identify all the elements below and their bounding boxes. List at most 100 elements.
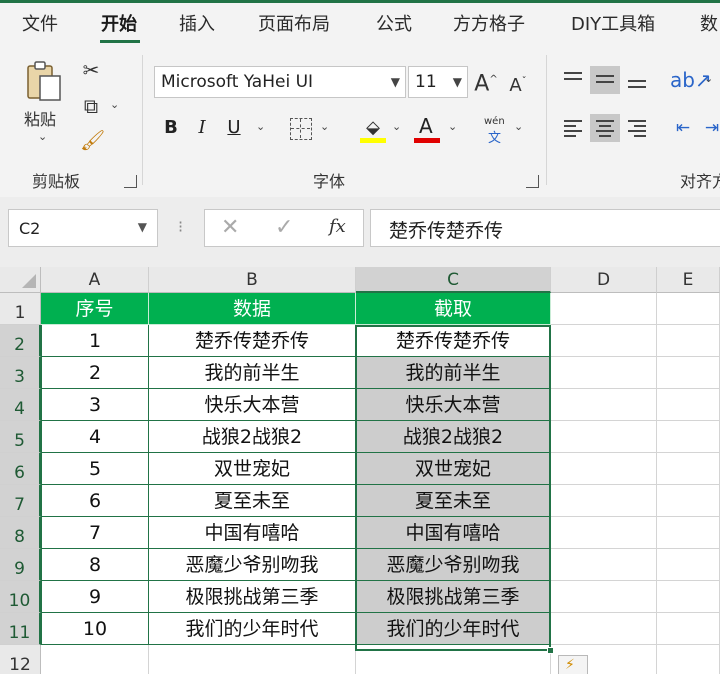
font-dialog-launcher[interactable]	[526, 175, 539, 188]
cell-empty[interactable]	[657, 645, 720, 674]
cell-empty[interactable]	[149, 645, 356, 674]
cell-index[interactable]: 2	[41, 357, 149, 389]
cell-index[interactable]: 4	[41, 421, 149, 453]
copy-dropdown-icon[interactable]: ⌄	[110, 98, 119, 111]
cell-index[interactable]: 6	[41, 485, 149, 517]
cell-index[interactable]: 1	[41, 325, 149, 357]
cell-extract[interactable]: 我们的少年时代	[356, 613, 551, 645]
worksheet-grid[interactable]: A B C D E 1 2 3 4 5 6 7 8 9 10 11 12 序号 …	[0, 267, 720, 674]
underline-button[interactable]: U	[224, 116, 244, 142]
cell-index[interactable]: 10	[41, 613, 149, 645]
row-header-6[interactable]: 6	[0, 453, 41, 485]
insert-function-icon[interactable]: fx	[329, 216, 346, 237]
cell-empty[interactable]	[41, 645, 149, 674]
align-bottom-button[interactable]	[622, 66, 652, 94]
align-right-button[interactable]	[622, 114, 652, 142]
fill-handle[interactable]	[547, 647, 554, 654]
cell-empty[interactable]	[551, 581, 657, 613]
copy-icon[interactable]: ⧉	[80, 94, 102, 118]
border-dropdown-icon[interactable]: ⌄	[320, 120, 329, 133]
row-header-1[interactable]: 1	[0, 293, 41, 325]
align-middle-button[interactable]	[590, 66, 620, 94]
column-header-a[interactable]: A	[41, 267, 149, 293]
cell-empty[interactable]	[657, 549, 720, 581]
cell-data[interactable]: 快乐大本营	[149, 389, 356, 421]
column-header-b[interactable]: B	[149, 267, 356, 293]
cell-extract[interactable]: 中国有嘻哈	[356, 517, 551, 549]
column-header-d[interactable]: D	[551, 267, 657, 293]
cell-empty[interactable]	[657, 421, 720, 453]
orientation-dropdown-icon[interactable]: ⌄	[704, 72, 713, 85]
cell-empty[interactable]	[657, 293, 720, 325]
cell-data[interactable]: 中国有嘻哈	[149, 517, 356, 549]
paste-button[interactable]: 粘贴 ⌄	[22, 58, 66, 148]
header-cell-extract[interactable]: 截取	[356, 293, 551, 325]
cell-empty[interactable]	[657, 485, 720, 517]
formula-input[interactable]: 楚乔传楚乔传	[370, 209, 720, 247]
font-family-select[interactable]: Microsoft YaHei UI ▼	[154, 66, 406, 98]
fill-color-button[interactable]: ⬙	[360, 116, 386, 144]
tab-data[interactable]: 数	[700, 10, 718, 36]
cell-data[interactable]: 双世宠妃	[149, 453, 356, 485]
clipboard-dialog-launcher[interactable]	[124, 175, 137, 188]
bold-button[interactable]: B	[162, 116, 180, 142]
row-header-9[interactable]: 9	[0, 549, 41, 581]
quick-analysis-button[interactable]: ⚡	[558, 655, 588, 674]
cell-data[interactable]: 我的前半生	[149, 357, 356, 389]
row-header-8[interactable]: 8	[0, 517, 41, 549]
cancel-icon[interactable]: ✕	[221, 215, 239, 240]
row-header-3[interactable]: 3	[0, 357, 41, 389]
font-size-select[interactable]: 11 ▼	[408, 66, 468, 98]
cell-empty[interactable]	[551, 453, 657, 485]
cell-index[interactable]: 8	[41, 549, 149, 581]
cell-data[interactable]: 战狼2战狼2	[149, 421, 356, 453]
tab-insert[interactable]: 插入	[179, 10, 215, 36]
row-header-5[interactable]: 5	[0, 421, 41, 453]
increase-indent-icon[interactable]: ⇥	[702, 116, 720, 140]
font-color-button[interactable]: A	[414, 114, 440, 144]
cell-data[interactable]: 我们的少年时代	[149, 613, 356, 645]
font-color-dropdown-icon[interactable]: ⌄	[448, 120, 457, 133]
decrease-indent-icon[interactable]: ⇤	[670, 116, 696, 140]
cell-empty[interactable]	[657, 613, 720, 645]
orientation-icon[interactable]: ab↗	[670, 68, 712, 92]
increase-font-icon[interactable]: A^	[474, 68, 498, 96]
cell-empty[interactable]	[657, 453, 720, 485]
tab-fangfang-gezi[interactable]: 方方格子	[453, 10, 525, 36]
tab-home[interactable]: 开始	[101, 10, 137, 36]
cell-extract[interactable]: 恶魔少爷别吻我	[356, 549, 551, 581]
phonetic-dropdown-icon[interactable]: ⌄	[514, 120, 523, 133]
row-header-7[interactable]: 7	[0, 485, 41, 517]
row-header-2[interactable]: 2	[0, 325, 41, 357]
cell-empty[interactable]	[657, 389, 720, 421]
select-all-corner[interactable]	[0, 267, 41, 293]
cell-data[interactable]: 极限挑战第三季	[149, 581, 356, 613]
border-button[interactable]	[290, 118, 312, 140]
cell-extract[interactable]: 战狼2战狼2	[356, 421, 551, 453]
cell-empty[interactable]	[551, 485, 657, 517]
row-header-4[interactable]: 4	[0, 389, 41, 421]
row-header-11[interactable]: 11	[0, 613, 41, 645]
cell-index[interactable]: 5	[41, 453, 149, 485]
format-painter-icon[interactable]: 🖌	[80, 128, 105, 152]
cell-extract[interactable]: 快乐大本营	[356, 389, 551, 421]
align-left-button[interactable]	[558, 114, 588, 142]
cut-icon[interactable]: ✂	[80, 58, 102, 82]
confirm-icon[interactable]: ✓	[275, 215, 293, 240]
cell-empty[interactable]	[551, 517, 657, 549]
fill-dropdown-icon[interactable]: ⌄	[392, 120, 401, 133]
name-box[interactable]: C2 ▼	[8, 209, 158, 247]
cell-empty[interactable]	[657, 581, 720, 613]
cell-empty[interactable]	[657, 517, 720, 549]
row-header-10[interactable]: 10	[0, 581, 41, 613]
cell-empty[interactable]	[551, 549, 657, 581]
cell-empty[interactable]	[356, 645, 551, 674]
align-top-button[interactable]	[558, 66, 588, 94]
tab-formulas[interactable]: 公式	[376, 10, 412, 36]
cell-index[interactable]: 9	[41, 581, 149, 613]
cell-extract[interactable]: 楚乔传楚乔传	[356, 325, 551, 357]
cell-data[interactable]: 夏至未至	[149, 485, 356, 517]
cell-data[interactable]: 楚乔传楚乔传	[149, 325, 356, 357]
cell-empty[interactable]	[657, 357, 720, 389]
decrease-font-icon[interactable]: Aˇ	[506, 70, 530, 98]
